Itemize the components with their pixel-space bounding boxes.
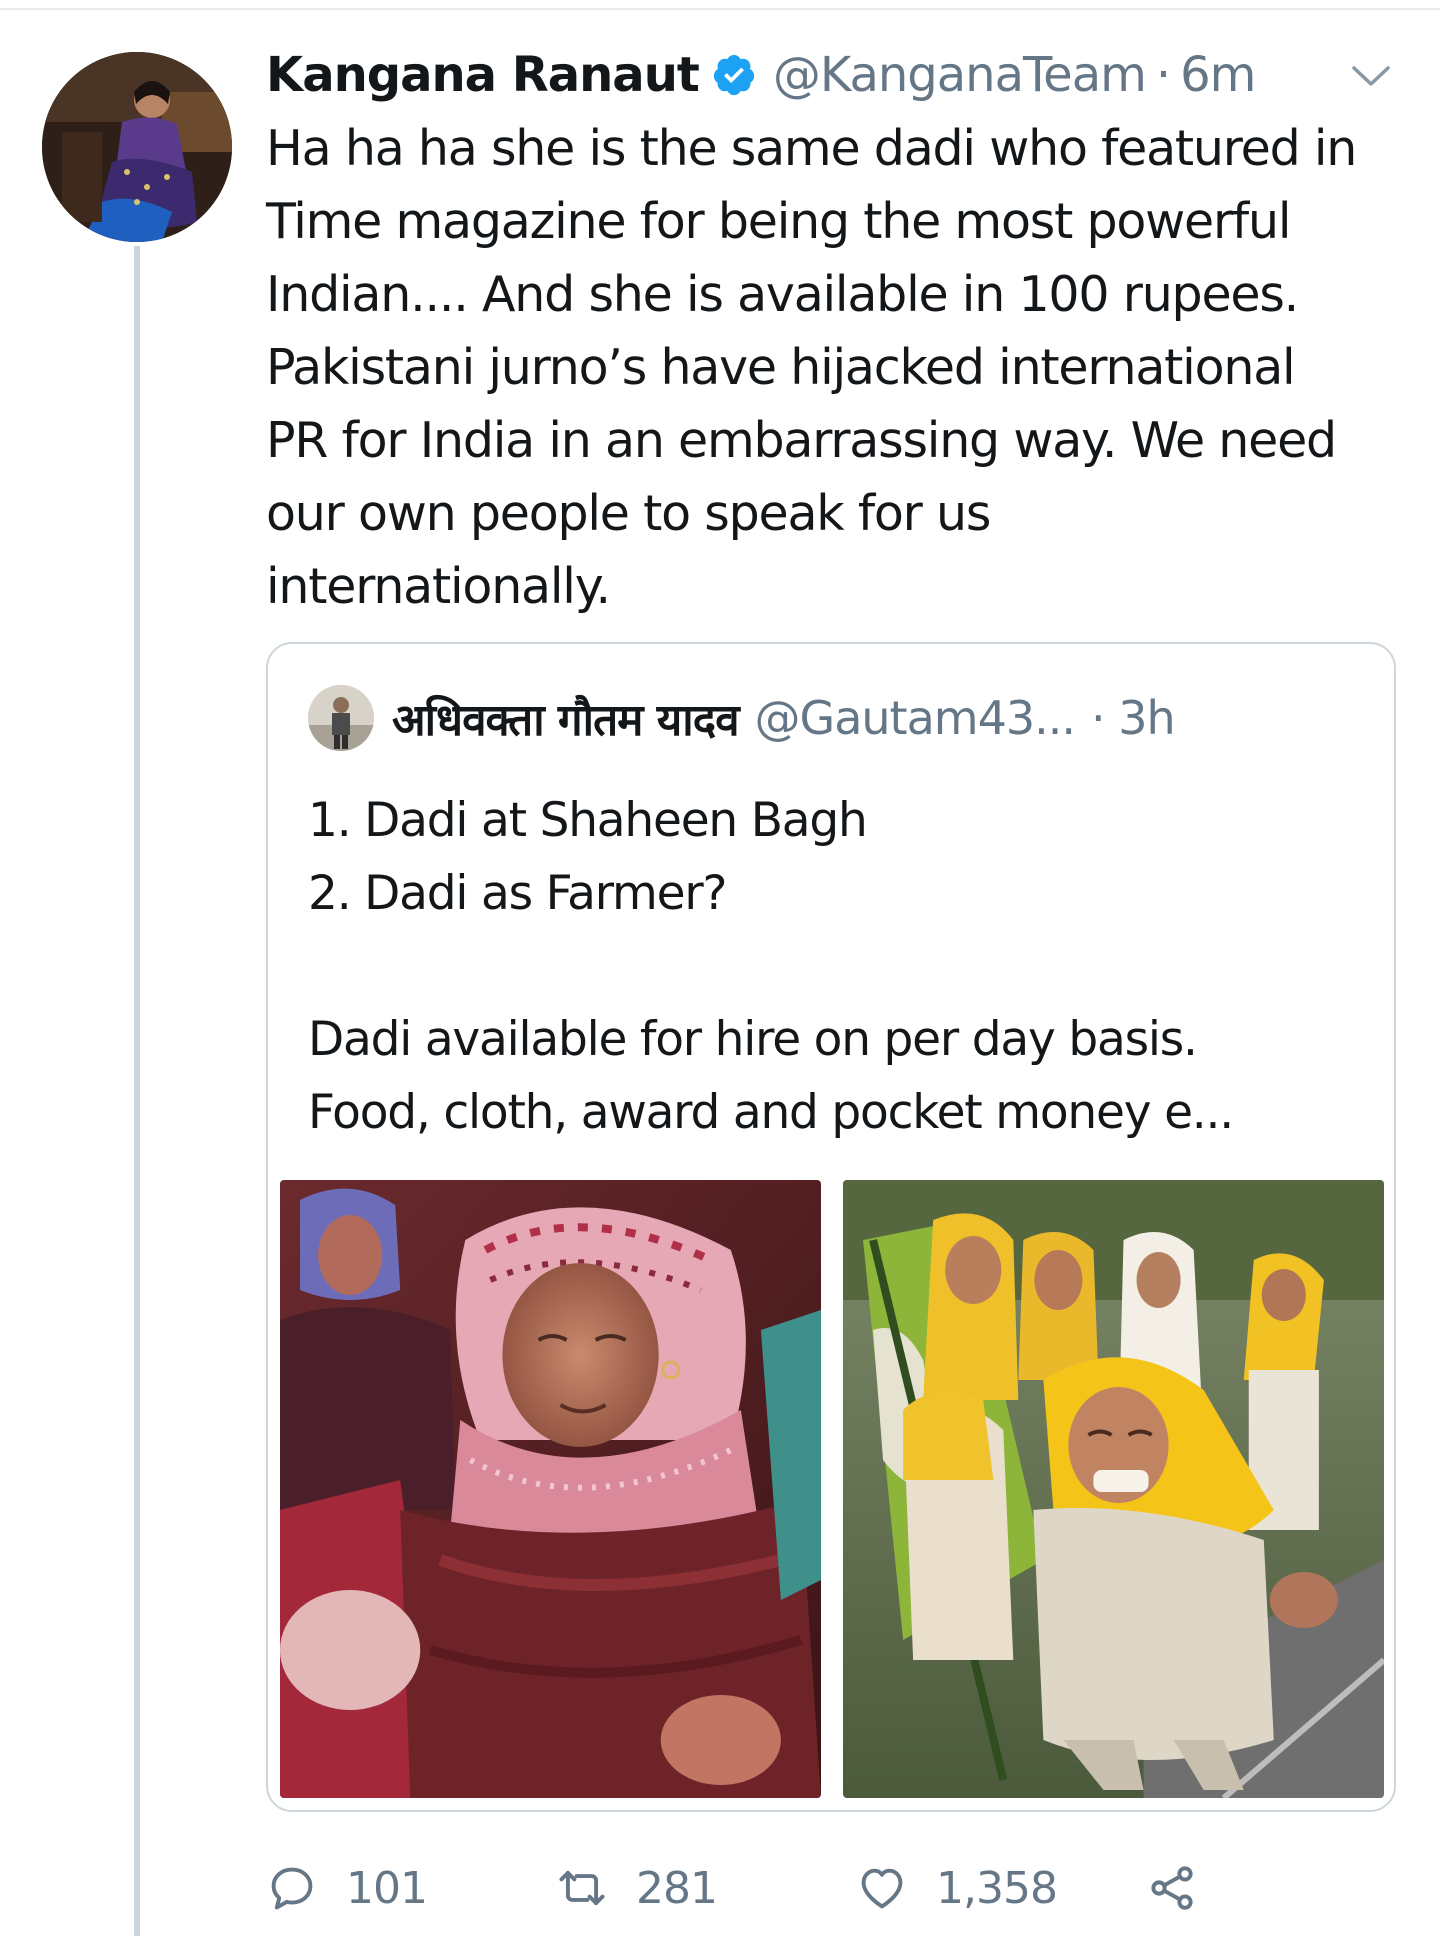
header-separator: · [1155, 47, 1171, 103]
verified-badge-icon [713, 54, 754, 96]
quoted-line: Food, cloth, award and pocket money e... [308, 1085, 1234, 1140]
tweet-text-line: our own people to speak for us [266, 485, 991, 542]
quoted-line: Dadi available for hire on per day basis… [308, 1012, 1198, 1067]
media-photo-left[interactable] [280, 1180, 821, 1798]
tweet-text-line: Indian.... And she is available in 100 r… [266, 266, 1299, 323]
avatar-image [42, 52, 232, 242]
author-handle[interactable]: @KanganaTeam [773, 47, 1147, 103]
photo-elderly-woman-pink-shawl [280, 1180, 821, 1798]
reply-icon[interactable] [266, 1862, 318, 1914]
quoted-timestamp: · 3h [1090, 691, 1176, 745]
tweet-text: Ha ha ha she is the same dadi who featur… [266, 112, 1416, 623]
top-divider [0, 8, 1440, 10]
tweet-text-line: Pakistani jurno’s have hijacked internat… [266, 339, 1296, 396]
quoted-display-name[interactable]: अधिवक्ता गौतम यादव [392, 688, 740, 748]
retweet-count: 281 [636, 1862, 718, 1914]
reply-count: 101 [346, 1862, 428, 1914]
tweet-text-line: PR for India in an embarrassing way. We … [266, 412, 1337, 469]
thread-line [134, 246, 140, 1936]
quoted-avatar-image [308, 685, 374, 751]
media-photo-right[interactable] [843, 1180, 1384, 1798]
tweet-actions: 101 281 1,358 [266, 1848, 1396, 1928]
share-icon[interactable] [1146, 1862, 1198, 1914]
quoted-line: 1. Dadi at Shaheen Bagh [308, 793, 868, 848]
quoted-tweet-header: अधिवक्ता गौतम यादव @Gautam43... · 3h [308, 685, 1176, 751]
share-action[interactable] [1146, 1848, 1198, 1928]
quoted-line: 2. Dadi as Farmer? [308, 866, 727, 921]
author-avatar[interactable] [42, 52, 232, 242]
retweet-action[interactable]: 281 [556, 1848, 718, 1928]
tweet-header: Kangana Ranaut @KanganaTeam · 6m [266, 42, 1416, 108]
display-name[interactable]: Kangana Ranaut [266, 47, 700, 103]
quoted-line-gap [308, 930, 1368, 1003]
tweet-text-line: Time magazine for being the most powerfu… [266, 193, 1291, 250]
retweet-icon[interactable] [556, 1862, 608, 1914]
tweet-text-line: internationally. [266, 558, 611, 615]
like-action[interactable]: 1,358 [856, 1848, 1058, 1928]
heart-icon[interactable] [856, 1862, 908, 1914]
photo-women-yellow-dupattas-flag [843, 1180, 1384, 1798]
like-count: 1,358 [936, 1862, 1058, 1914]
quoted-tweet-text: 1. Dadi at Shaheen Bagh 2. Dadi as Farme… [308, 784, 1368, 1149]
quoted-handle[interactable]: @Gautam43... [755, 691, 1076, 745]
tweet-timestamp[interactable]: 6m [1180, 47, 1256, 103]
quoted-tweet-card[interactable]: अधिवक्ता गौतम यादव @Gautam43... · 3h 1. … [266, 642, 1396, 1812]
quoted-media-grid [280, 1180, 1384, 1798]
tweet-text-line: Ha ha ha she is the same dadi who featur… [266, 120, 1357, 177]
chevron-down-icon[interactable] [1348, 60, 1394, 90]
quoted-author-avatar [308, 685, 374, 751]
reply-action[interactable]: 101 [266, 1848, 428, 1928]
